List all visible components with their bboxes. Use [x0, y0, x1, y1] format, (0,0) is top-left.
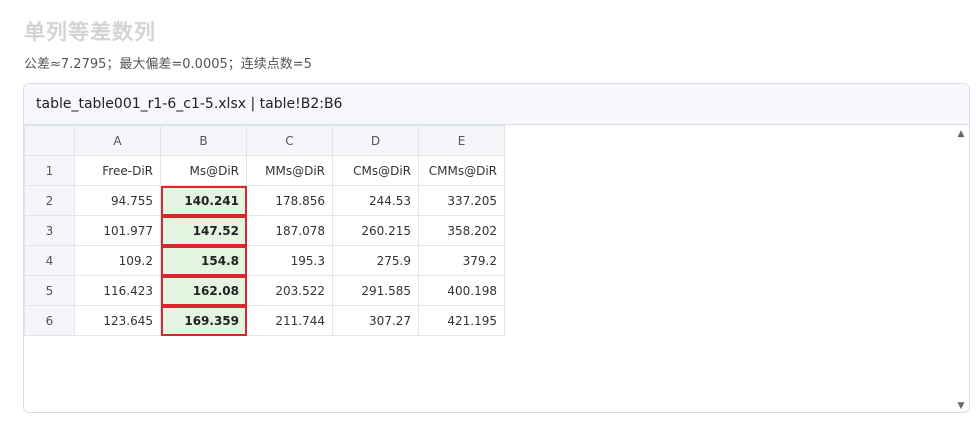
cell[interactable]: CMs@DiR: [332, 155, 419, 186]
cell[interactable]: MMs@DiR: [246, 155, 333, 186]
table-row: 4 109.2 154.8 195.3 275.9 379.2: [24, 245, 505, 276]
column-header[interactable]: C: [246, 125, 333, 156]
table-row: 6 123.645 169.359 211.744 307.27 421.195: [24, 305, 505, 336]
cell[interactable]: 400.198: [418, 275, 505, 306]
summary-text: 公差≈7.2795；最大偏差=0.0005；连续点数=5: [24, 57, 312, 72]
highlighted-cell[interactable]: 140.241: [160, 185, 247, 216]
sheet-panel: table_table001_r1-6_c1-5.xlsx | table!B2…: [23, 83, 970, 413]
cell[interactable]: CMMs@DiR: [418, 155, 505, 186]
table-row: 3 101.977 147.52 187.078 260.215 358.202: [24, 215, 505, 246]
spreadsheet-grid: A B C D E 1 Free-DiR Ms@DiR MMs@DiR CMs@…: [24, 125, 505, 336]
column-header-row: A B C D E: [24, 125, 505, 156]
cell[interactable]: 116.423: [74, 275, 161, 306]
highlighted-cell[interactable]: 147.52: [160, 215, 247, 246]
cell[interactable]: 123.645: [74, 305, 161, 336]
row-header[interactable]: 4: [24, 245, 75, 276]
cell[interactable]: 195.3: [246, 245, 333, 276]
cell[interactable]: 94.755: [74, 185, 161, 216]
row-header[interactable]: 6: [24, 305, 75, 336]
column-header[interactable]: A: [74, 125, 161, 156]
column-header[interactable]: E: [418, 125, 505, 156]
highlighted-cell[interactable]: 154.8: [160, 245, 247, 276]
cell[interactable]: 421.195: [418, 305, 505, 336]
cell[interactable]: 101.977: [74, 215, 161, 246]
cell[interactable]: 337.205: [418, 185, 505, 216]
scroll-down-icon[interactable]: ▼: [956, 401, 966, 411]
table-row: 2 94.755 140.241 178.856 244.53 337.205: [24, 185, 505, 216]
highlighted-cell[interactable]: 169.359: [160, 305, 247, 336]
cell[interactable]: 203.522: [246, 275, 333, 306]
cell[interactable]: 379.2: [418, 245, 505, 276]
column-header[interactable]: D: [332, 125, 419, 156]
page-title: 单列等差数列: [24, 20, 156, 44]
highlighted-cell[interactable]: 162.08: [160, 275, 247, 306]
cell[interactable]: 109.2: [74, 245, 161, 276]
row-header[interactable]: 3: [24, 215, 75, 246]
cell[interactable]: 187.078: [246, 215, 333, 246]
cell[interactable]: Free-DiR: [74, 155, 161, 186]
cell[interactable]: 244.53: [332, 185, 419, 216]
row-header[interactable]: 5: [24, 275, 75, 306]
cell[interactable]: 211.744: [246, 305, 333, 336]
cell[interactable]: Ms@DiR: [160, 155, 247, 186]
cell[interactable]: 275.9: [332, 245, 419, 276]
panel-header: table_table001_r1-6_c1-5.xlsx | table!B2…: [24, 84, 969, 125]
scroll-up-icon[interactable]: ▲: [956, 129, 966, 139]
grid-area: A B C D E 1 Free-DiR Ms@DiR MMs@DiR CMs@…: [24, 125, 969, 412]
table-row: 1 Free-DiR Ms@DiR MMs@DiR CMs@DiR CMMs@D…: [24, 155, 505, 186]
row-header[interactable]: 1: [24, 155, 75, 186]
table-row: 5 116.423 162.08 203.522 291.585 400.198: [24, 275, 505, 306]
cell[interactable]: 260.215: [332, 215, 419, 246]
column-header[interactable]: B: [160, 125, 247, 156]
cell[interactable]: 358.202: [418, 215, 505, 246]
cell[interactable]: 307.27: [332, 305, 419, 336]
cell[interactable]: 291.585: [332, 275, 419, 306]
row-header[interactable]: 2: [24, 185, 75, 216]
corner-cell: [24, 125, 75, 156]
cell[interactable]: 178.856: [246, 185, 333, 216]
